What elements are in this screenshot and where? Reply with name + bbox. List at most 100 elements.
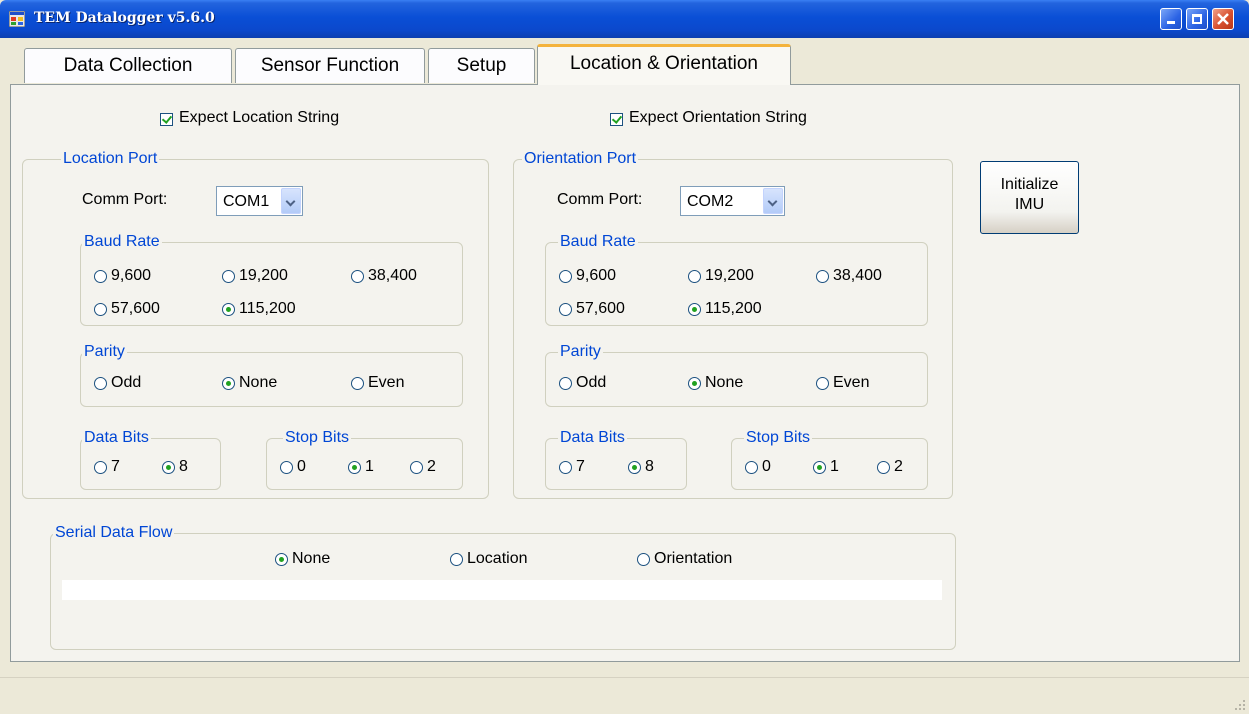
minimize-icon: [1167, 21, 1175, 24]
location-parity-odd-radio[interactable]: [94, 377, 107, 390]
location-baud-19200-label[interactable]: 19,200: [239, 266, 288, 286]
orientation-parity-even-label[interactable]: Even: [833, 373, 869, 393]
orientation-stop-bits-2-radio[interactable]: [877, 461, 890, 474]
location-data-bits-group: Data Bits 7 8: [80, 429, 221, 490]
serial-flow-orientation-label[interactable]: Orientation: [654, 549, 732, 569]
initialize-imu-line1: Initialize: [1000, 176, 1059, 193]
orientation-baud-38400-label[interactable]: 38,400: [833, 266, 882, 286]
orientation-stop-bits-1-label[interactable]: 1: [830, 457, 839, 477]
orientation-data-bits-8-radio[interactable]: [628, 461, 641, 474]
orientation-baud-19200-label[interactable]: 19,200: [705, 266, 754, 286]
close-icon: [1217, 13, 1229, 25]
location-stop-bits-1-label[interactable]: 1: [365, 457, 374, 477]
location-baud-19200-radio[interactable]: [222, 270, 235, 283]
initialize-imu-line2: IMU: [1014, 196, 1045, 213]
expect-location-label[interactable]: Expect Location String: [179, 108, 339, 128]
location-stop-bits-1-radio[interactable]: [348, 461, 361, 474]
tab-setup[interactable]: Setup: [428, 48, 535, 83]
tab-location-orientation[interactable]: Location & Orientation: [537, 44, 791, 85]
location-baud-38400-label[interactable]: 38,400: [368, 266, 417, 286]
location-baud-115200-label[interactable]: 115,200: [239, 299, 296, 319]
maximize-button[interactable]: [1186, 8, 1208, 30]
title-bar[interactable]: TEM Datalogger v5.6.0: [0, 0, 1249, 38]
initialize-imu-button[interactable]: Initialize IMU: [980, 161, 1079, 234]
orientation-stop-bits-group: Stop Bits 0 1 2: [731, 429, 928, 490]
location-stop-bits-2-label[interactable]: 2: [427, 457, 436, 477]
orientation-parity-odd-radio[interactable]: [559, 377, 572, 390]
window-title: TEM Datalogger v5.6.0: [34, 10, 215, 26]
location-baud-38400-radio[interactable]: [351, 270, 364, 283]
orientation-baud-57600-radio[interactable]: [559, 303, 572, 316]
orientation-parity-odd-label[interactable]: Odd: [576, 373, 606, 393]
serial-flow-none-label[interactable]: None: [292, 549, 330, 569]
orientation-baud-38400-radio[interactable]: [816, 270, 829, 283]
orientation-port-group: Orientation Port Comm Port: COM2 Baud Ra…: [513, 150, 953, 499]
location-baud-57600-label[interactable]: 57,600: [111, 299, 160, 319]
orientation-stop-bits-0-radio[interactable]: [745, 461, 758, 474]
orientation-baud-115200-radio[interactable]: [688, 303, 701, 316]
location-baud-9600-label[interactable]: 9,600: [111, 266, 151, 286]
location-stop-bits-0-label[interactable]: 0: [297, 457, 306, 477]
location-comm-port-value: COM1: [223, 193, 270, 210]
expect-location-checkbox[interactable]: [160, 113, 173, 126]
orientation-comm-port-select[interactable]: COM2: [680, 186, 785, 216]
location-data-bits-title: Data Bits: [82, 429, 151, 447]
location-data-bits-7-label[interactable]: 7: [111, 457, 120, 477]
location-stop-bits-group: Stop Bits 0 1 2: [266, 429, 463, 490]
location-parity-none-radio[interactable]: [222, 377, 235, 390]
location-data-bits-8-label[interactable]: 8: [179, 457, 188, 477]
orientation-baud-57600-label[interactable]: 57,600: [576, 299, 625, 319]
orientation-baud-19200-radio[interactable]: [688, 270, 701, 283]
orientation-data-bits-8-label[interactable]: 8: [645, 457, 654, 477]
orientation-baud-9600-label[interactable]: 9,600: [576, 266, 616, 286]
location-comm-port-select[interactable]: COM1: [216, 186, 303, 216]
orientation-stop-bits-1-radio[interactable]: [813, 461, 826, 474]
app-window-icon[interactable]: [9, 11, 25, 27]
orientation-stop-bits-0-label[interactable]: 0: [762, 457, 771, 477]
expect-orientation-label[interactable]: Expect Orientation String: [629, 108, 807, 128]
orientation-baud-rate-title: Baud Rate: [558, 233, 638, 251]
orientation-data-bits-7-label[interactable]: 7: [576, 457, 585, 477]
serial-flow-orientation-radio[interactable]: [637, 553, 650, 566]
tab-sensor-function[interactable]: Sensor Function: [235, 48, 425, 83]
orientation-parity-group: Parity Odd None Even: [545, 343, 928, 407]
expect-orientation-checkbox[interactable]: [610, 113, 623, 126]
tab-panel-location-orientation: Expect Location String Expect Orientatio…: [10, 84, 1240, 662]
orientation-baud-9600-radio[interactable]: [559, 270, 572, 283]
orientation-stop-bits-2-label[interactable]: 2: [894, 457, 903, 477]
tab-data-collection[interactable]: Data Collection: [24, 48, 232, 83]
orientation-parity-even-radio[interactable]: [816, 377, 829, 390]
location-parity-even-label[interactable]: Even: [368, 373, 404, 393]
orientation-data-bits-title: Data Bits: [558, 429, 627, 447]
status-bar: [0, 677, 1249, 714]
orientation-comm-port-label: Comm Port:: [557, 191, 643, 208]
location-baud-rate-title: Baud Rate: [82, 233, 162, 251]
serial-data-flow-group: Serial Data Flow None Location Orientati…: [50, 524, 956, 650]
location-parity-odd-label[interactable]: Odd: [111, 373, 141, 393]
orientation-data-bits-7-radio[interactable]: [559, 461, 572, 474]
serial-flow-location-label[interactable]: Location: [467, 549, 528, 569]
location-parity-none-label[interactable]: None: [239, 373, 277, 393]
serial-flow-none-radio[interactable]: [275, 553, 288, 566]
serial-flow-location-radio[interactable]: [450, 553, 463, 566]
minimize-button[interactable]: [1160, 8, 1182, 30]
orientation-parity-none-label[interactable]: None: [705, 373, 743, 393]
location-baud-115200-radio[interactable]: [222, 303, 235, 316]
chevron-down-icon[interactable]: [763, 188, 783, 214]
chevron-down-icon[interactable]: [281, 188, 301, 214]
location-parity-even-radio[interactable]: [351, 377, 364, 390]
close-button[interactable]: [1212, 8, 1234, 30]
location-stop-bits-2-radio[interactable]: [410, 461, 423, 474]
location-data-bits-7-radio[interactable]: [94, 461, 107, 474]
orientation-baud-115200-label[interactable]: 115,200: [705, 299, 762, 319]
serial-data-flow-title: Serial Data Flow: [53, 524, 175, 542]
location-baud-rate-group: Baud Rate 9,600 19,200 38,400 57,600 115…: [80, 233, 463, 326]
location-port-group: Location Port Comm Port: COM1 Baud Rate …: [22, 150, 489, 499]
orientation-parity-none-radio[interactable]: [688, 377, 701, 390]
resize-grip-icon[interactable]: [1234, 699, 1246, 711]
location-data-bits-8-radio[interactable]: [162, 461, 175, 474]
location-baud-57600-radio[interactable]: [94, 303, 107, 316]
orientation-stop-bits-title: Stop Bits: [744, 429, 813, 447]
location-baud-9600-radio[interactable]: [94, 270, 107, 283]
location-stop-bits-0-radio[interactable]: [280, 461, 293, 474]
